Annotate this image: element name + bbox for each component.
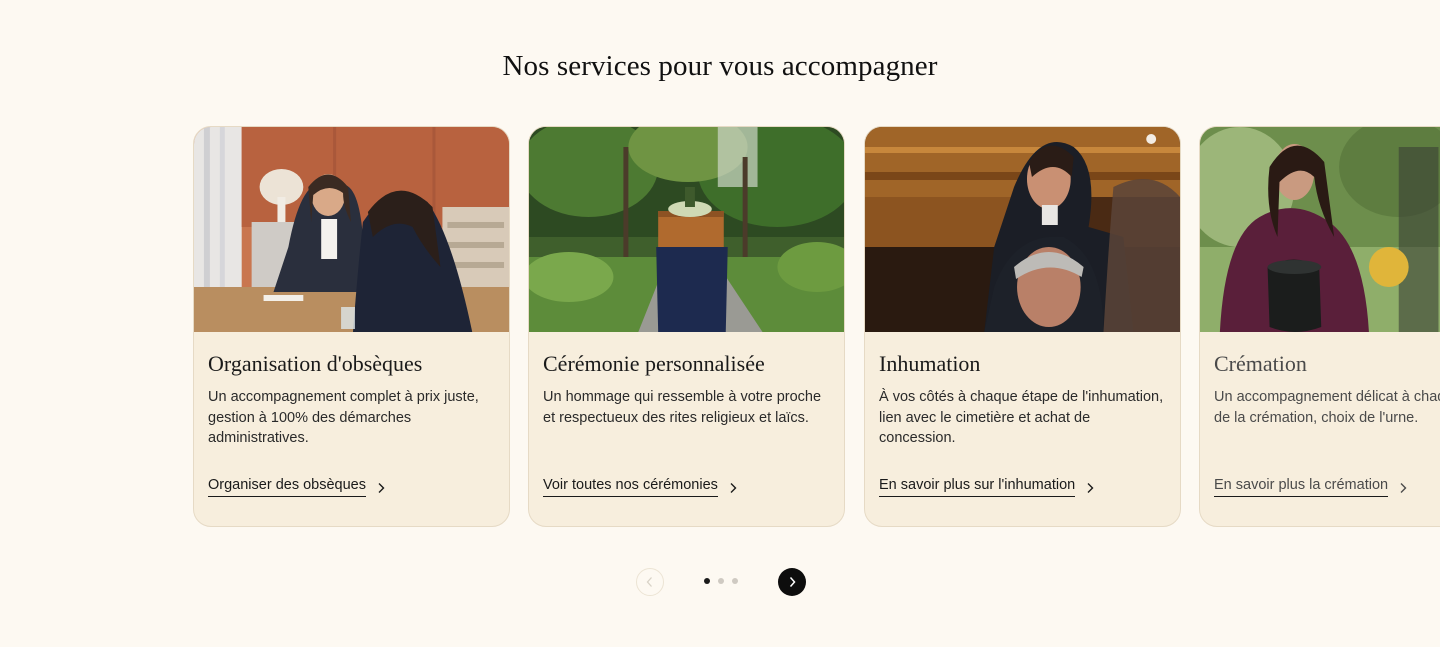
carousel-pagination xyxy=(704,578,738,584)
card-title: Cérémonie personnalisée xyxy=(543,351,765,376)
card-link-organiser[interactable]: Organiser des obsèques xyxy=(208,477,386,497)
service-card-cremation[interactable]: Crémation Un accompagnement délicat à ch… xyxy=(1199,126,1440,527)
card-title: Organisation d'obsèques xyxy=(208,351,423,376)
chevron-right-icon xyxy=(730,483,737,493)
meeting-photo xyxy=(194,127,509,332)
card-description: Un accompagnement délicat à chaque étape… xyxy=(1214,389,1440,426)
section-title: Nos services pour vous accompagner xyxy=(502,50,938,82)
carousel-next-button[interactable] xyxy=(778,568,806,596)
carousel-prev-button[interactable] xyxy=(636,568,664,596)
card-link-label[interactable]: En savoir plus la crémation xyxy=(1214,477,1389,497)
garden-ceremony-photo xyxy=(529,127,844,332)
carousel-dot-1[interactable] xyxy=(704,578,710,584)
card-link-ceremonies[interactable]: Voir toutes nos cérémonies xyxy=(543,477,738,497)
chevron-left-icon xyxy=(646,577,652,587)
card-description: Un hommage qui ressemble à votre proche … xyxy=(543,389,822,426)
card-description: Un accompagnement complet à prix juste, … xyxy=(208,389,479,446)
card-link-label[interactable]: Organiser des obsèques xyxy=(208,477,366,497)
card-link-label[interactable]: En savoir plus sur l'inhumation xyxy=(879,477,1076,497)
card-title: Inhumation xyxy=(879,351,981,376)
card-link-label[interactable]: Voir toutes nos cérémonies xyxy=(543,477,718,497)
woman-with-urn-photo xyxy=(1200,127,1440,332)
card-description: À vos côtés à chaque étape de l'inhumati… xyxy=(879,389,1164,446)
chevron-right-icon xyxy=(1400,483,1407,493)
service-card-ceremonie[interactable]: Cérémonie personnalisée Un hommage qui r… xyxy=(528,126,845,527)
service-card-inhumation[interactable]: Inhumation À vos côtés à chaque étape de… xyxy=(864,126,1181,527)
services-carousel: Organisation d'obsèques Un accompagnemen… xyxy=(193,126,1440,528)
carousel-dot-3[interactable] xyxy=(732,578,738,584)
chevron-right-icon xyxy=(378,483,385,493)
chevron-right-icon xyxy=(789,577,796,587)
card-link-cremation[interactable]: En savoir plus la crémation xyxy=(1214,477,1408,497)
chevron-right-icon xyxy=(1087,483,1094,493)
card-title: Crémation xyxy=(1214,351,1307,376)
card-link-inhumation[interactable]: En savoir plus sur l'inhumation xyxy=(879,477,1095,497)
carousel-controls xyxy=(0,567,1440,597)
carousel-dot-2[interactable] xyxy=(718,578,724,584)
service-card-organisation[interactable]: Organisation d'obsèques Un accompagnemen… xyxy=(193,126,510,527)
coffin-bearers-photo xyxy=(865,127,1180,332)
